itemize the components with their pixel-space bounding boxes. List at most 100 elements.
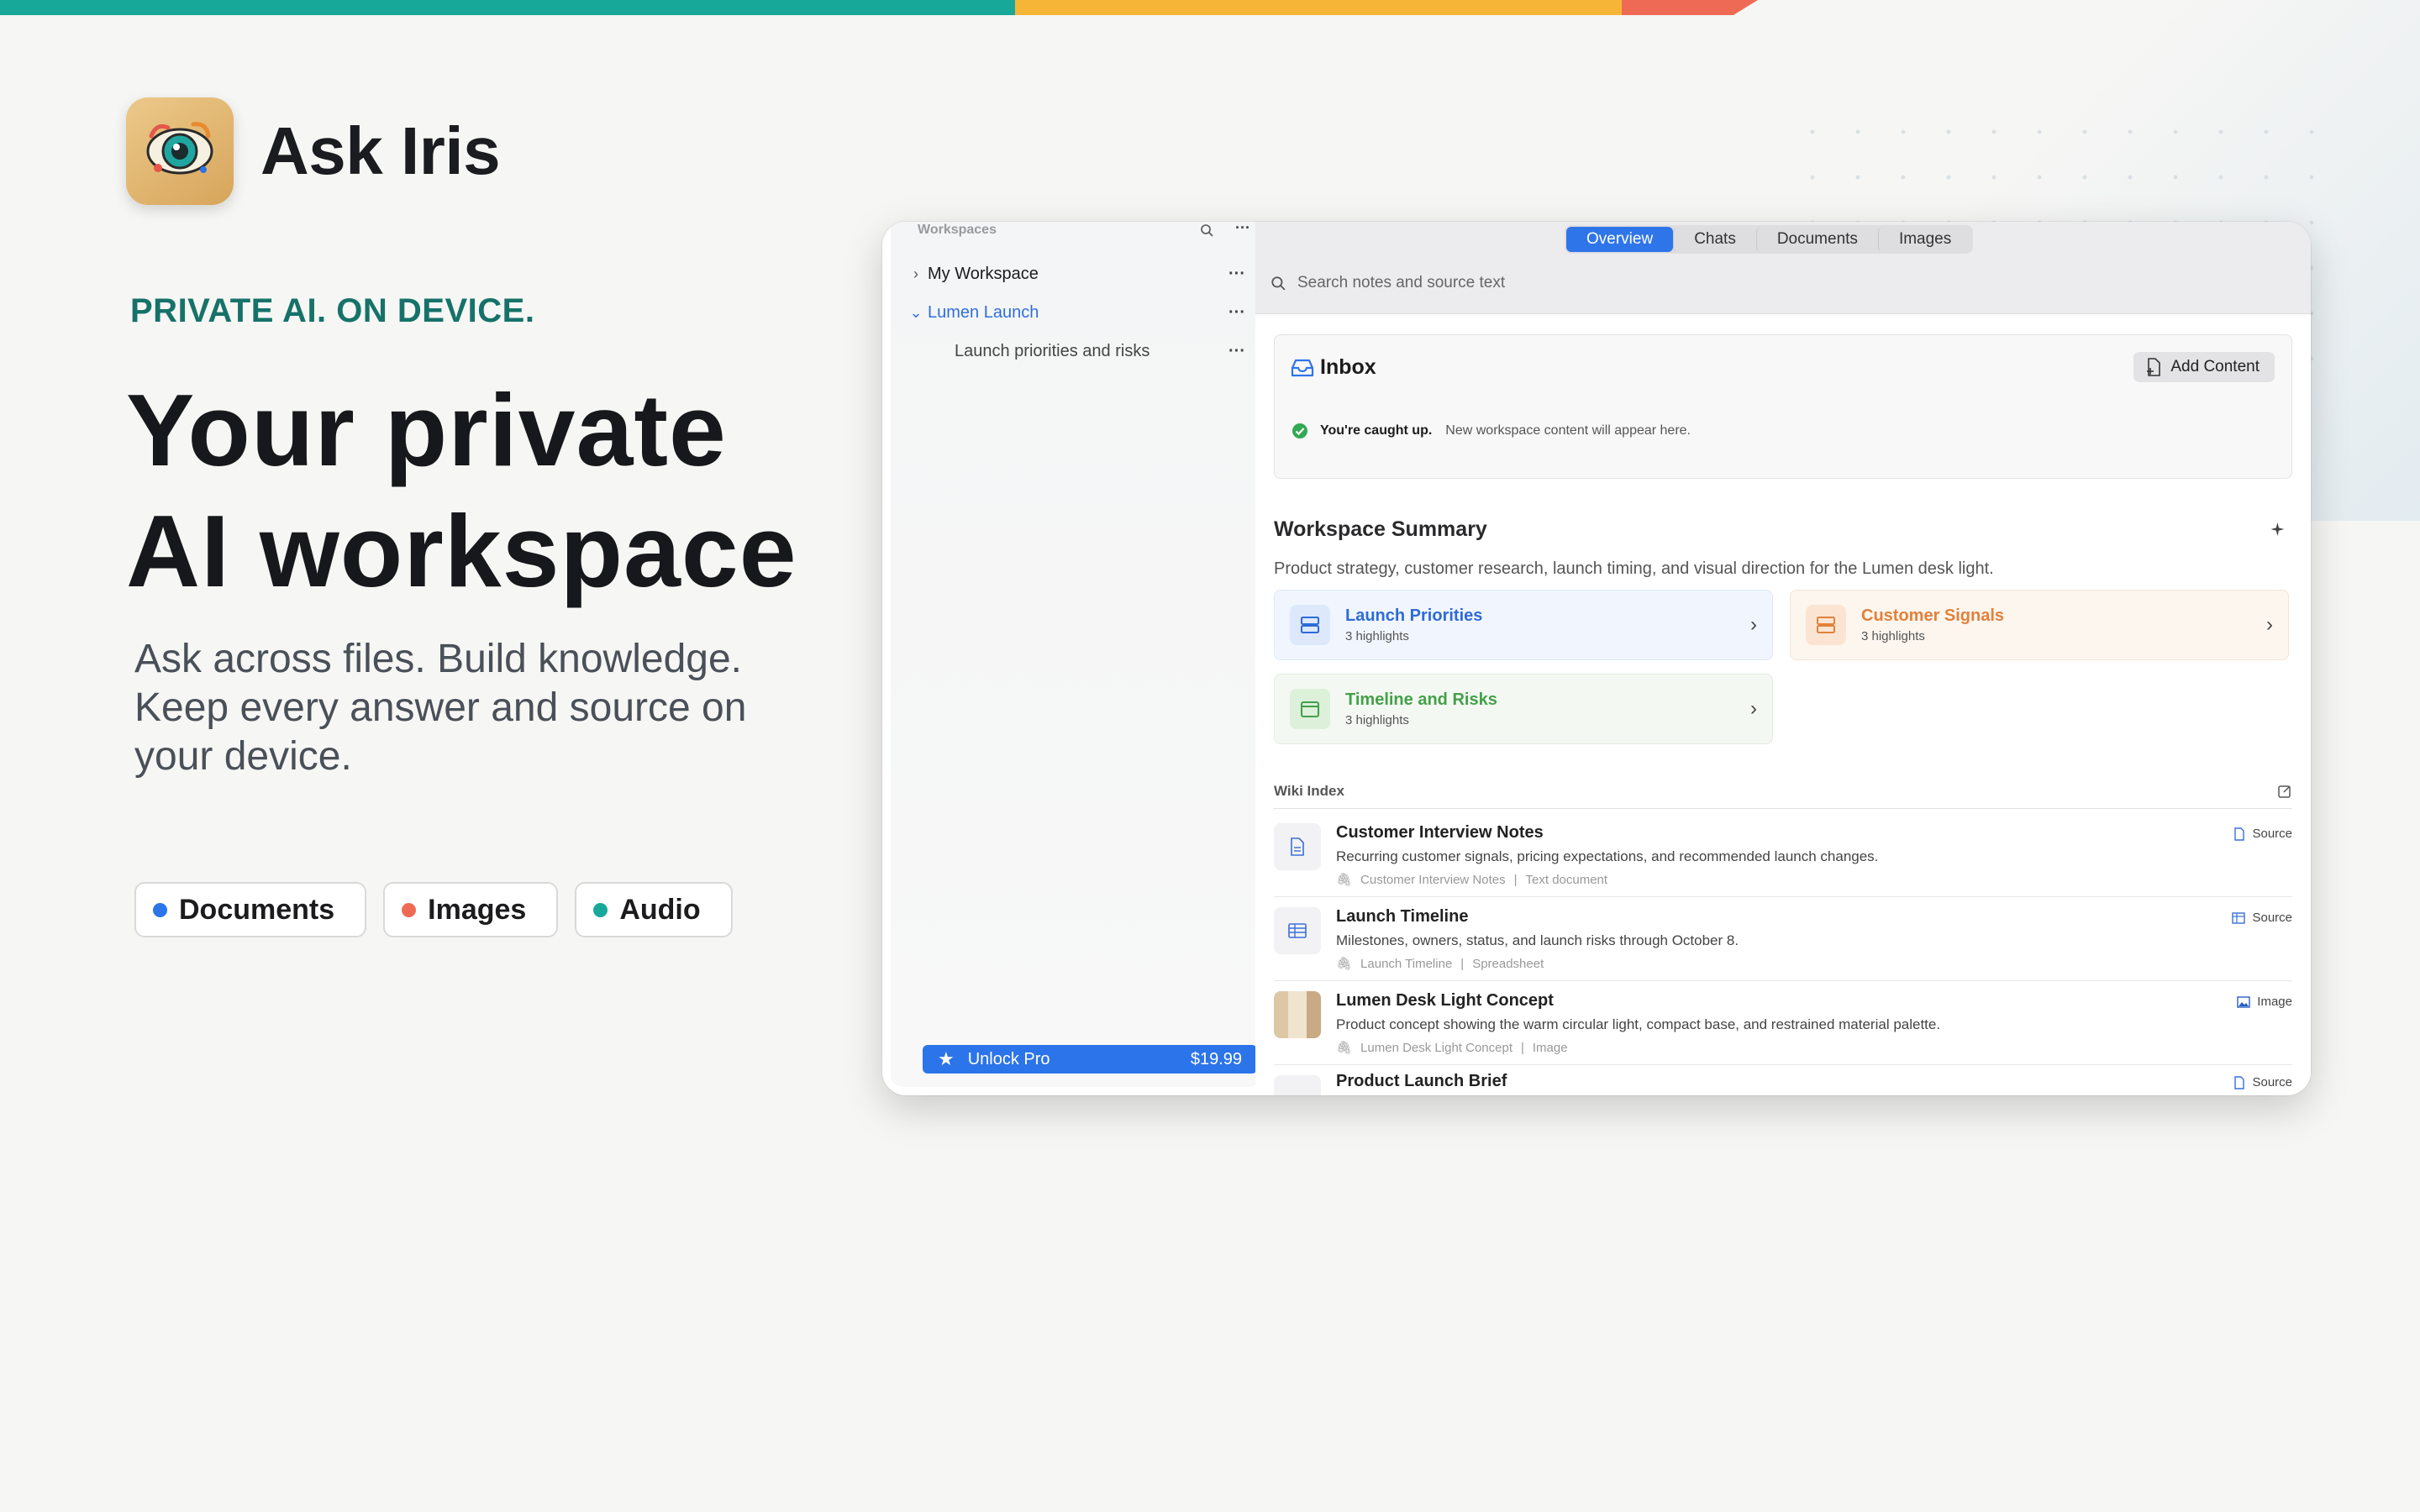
sidebar-header-label: Workspaces [918, 223, 997, 237]
card-customer-signals[interactable]: Customer Signals 3 highlights › [1790, 590, 2289, 660]
feature-chips: Documents Images Audio [134, 882, 733, 937]
meta-type: Spreadsheet [1472, 956, 1544, 971]
hero-headline: Your private AI workspace [126, 370, 797, 612]
paperclip-icon: 🖇 [1336, 873, 1353, 887]
image-thumbnail [1274, 991, 1321, 1038]
card-subtitle: 3 highlights [1861, 629, 1925, 643]
document-icon [1274, 1075, 1321, 1095]
chevron-right-icon: › [1750, 613, 1757, 636]
add-content-label: Add Content [2170, 358, 2260, 375]
app-window: Workspaces ··· › My Workspace ··· ⌄ Lume… [882, 222, 2311, 1095]
wiki-row-tag: Image [2237, 995, 2292, 1009]
paperclip-icon: 🖇 [1336, 957, 1353, 971]
stack-icon [1806, 605, 1846, 645]
wiki-row-description: Milestones, owners, status, and launch r… [1336, 932, 1739, 948]
search-icon [1271, 276, 1286, 291]
stack-icon [1290, 605, 1330, 645]
table-icon [2232, 911, 2246, 924]
card-timeline-and-risks[interactable]: Timeline and Risks 3 highlights › [1274, 674, 1773, 744]
chevron-right-icon[interactable]: › [908, 265, 924, 283]
chevron-down-icon[interactable]: ⌄ [908, 304, 924, 322]
chip-documents: Documents [134, 882, 367, 937]
hero-eyebrow: PRIVATE AI. ON DEVICE. [130, 292, 535, 329]
wiki-row-title: Launch Timeline [1336, 907, 1469, 926]
brand: Ask Iris [126, 97, 501, 205]
hero-subcopy: Ask across files. Build knowledge. Keep … [134, 637, 747, 779]
chip-label: Documents [179, 893, 335, 926]
search-bar [1270, 274, 1802, 292]
unlock-pro-button[interactable]: ★ Unlock Pro $19.99 [923, 1045, 1257, 1074]
document-icon [1274, 823, 1321, 870]
wiki-row-meta: 🖇 Lumen Desk Light Concept | Image [1336, 1040, 1568, 1056]
wiki-row-launch-timeline[interactable]: Launch Timeline Milestones, owners, stat… [1274, 897, 2292, 981]
wiki-index-header: Wiki Index [1274, 783, 2292, 809]
unlock-pro-label: Unlock Pro [967, 1049, 1050, 1068]
card-subtitle: 3 highlights [1345, 629, 1409, 643]
wiki-row-description: Product concept showing the warm circula… [1336, 1016, 1941, 1032]
chevron-right-icon: › [2266, 613, 2273, 636]
more-icon[interactable]: ··· [1220, 265, 1254, 284]
chip-audio: Audio [575, 882, 733, 937]
card-title: Timeline and Risks [1345, 690, 1497, 709]
sparkle-icon[interactable] [2269, 519, 2287, 539]
card-launch-priorities[interactable]: Launch Priorities 3 highlights › [1274, 590, 1773, 660]
chip-label: Images [428, 893, 527, 926]
add-document-icon [2147, 358, 2161, 376]
headline-line-1: Your private [126, 373, 727, 487]
meta-type: Image [1532, 1040, 1568, 1055]
status-bold-text: You're caught up. [1320, 423, 1433, 438]
tag-label: Source [2252, 1075, 2292, 1089]
wiki-row-product-launch-brief[interactable]: Product Launch Brief Source [1274, 1065, 2292, 1095]
sidebar-header: Workspaces ··· [918, 222, 1254, 239]
more-icon[interactable]: ··· [1220, 303, 1254, 323]
sidebar: Workspaces ··· › My Workspace ··· ⌄ Lume… [891, 222, 1260, 1087]
wiki-row-customer-interview-notes[interactable]: Customer Interview Notes Recurring custo… [1274, 813, 2292, 897]
wiki-row-meta: 🖇 Customer Interview Notes | Text docume… [1336, 872, 1608, 888]
chip-dot [593, 902, 608, 917]
tab-chats[interactable]: Chats [1673, 227, 1756, 252]
star-icon: ★ [938, 1048, 955, 1069]
wiki-row-tag: Source [2233, 827, 2292, 841]
workspace-summary-description: Product strategy, customer research, lau… [1274, 559, 1994, 578]
meta-type: Text document [1525, 872, 1608, 887]
wiki-row-lumen-desk-light-concept[interactable]: Lumen Desk Light Concept Product concept… [1274, 981, 2292, 1065]
inbox-title-text: Inbox [1320, 355, 1376, 379]
wiki-row-meta: 🖇 Launch Timeline | Spreadsheet [1336, 956, 1544, 972]
inbox-title: Inbox [1290, 355, 1376, 380]
brand-name: Ask Iris [260, 113, 501, 188]
wiki-row-title: Lumen Desk Light Concept [1336, 991, 1554, 1010]
sidebar-item-my-workspace[interactable]: › My Workspace ··· [908, 257, 1254, 291]
paperclip-icon: 🖇 [1336, 1041, 1353, 1055]
tab-documents[interactable]: Documents [1755, 227, 1878, 252]
card-title: Launch Priorities [1345, 606, 1483, 625]
search-input[interactable] [1297, 274, 1802, 292]
more-icon[interactable]: ··· [1235, 222, 1250, 237]
toolbar: Overview Chats Documents Images [1255, 222, 2311, 314]
app-eye-icon [126, 97, 234, 205]
wiki-row-description: Recurring customer signals, pricing expe… [1336, 848, 1879, 864]
chevron-right-icon: › [1750, 697, 1757, 720]
sidebar-item-lumen-launch[interactable]: ⌄ Lumen Launch ··· [908, 296, 1254, 329]
meta-name: Lumen Desk Light Concept [1360, 1040, 1512, 1055]
inbox-panel: Inbox Add Content You're caught up. New … [1274, 334, 2292, 479]
image-icon [2237, 995, 2250, 1008]
stripe-amber [1015, 0, 1622, 15]
tab-images[interactable]: Images [1877, 227, 1971, 252]
chip-label: Audio [619, 893, 701, 926]
headline-line-2: AI workspace [126, 494, 797, 608]
chip-dot [153, 902, 167, 917]
search-icon[interactable] [1200, 223, 1213, 237]
chip-dot [402, 902, 417, 917]
edit-icon[interactable] [2277, 784, 2292, 799]
unlock-pro-price: $19.99 [1190, 1049, 1242, 1068]
card-title: Customer Signals [1861, 606, 2005, 625]
add-content-button[interactable]: Add Content [2133, 352, 2275, 382]
main-panel: Overview Chats Documents Images Inbox Ad… [1255, 222, 2311, 1095]
sidebar-item-launch-priorities[interactable]: Launch priorities and risks ··· [908, 334, 1254, 368]
more-icon[interactable]: ··· [1220, 342, 1254, 361]
inbox-status: You're caught up. New workspace content … [1292, 423, 1691, 439]
card-subtitle: 3 highlights [1345, 713, 1409, 727]
wiki-row-tag: Source [2233, 1075, 2292, 1089]
tab-overview[interactable]: Overview [1566, 227, 1674, 252]
sidebar-item-label: Lumen Launch [928, 302, 1039, 322]
